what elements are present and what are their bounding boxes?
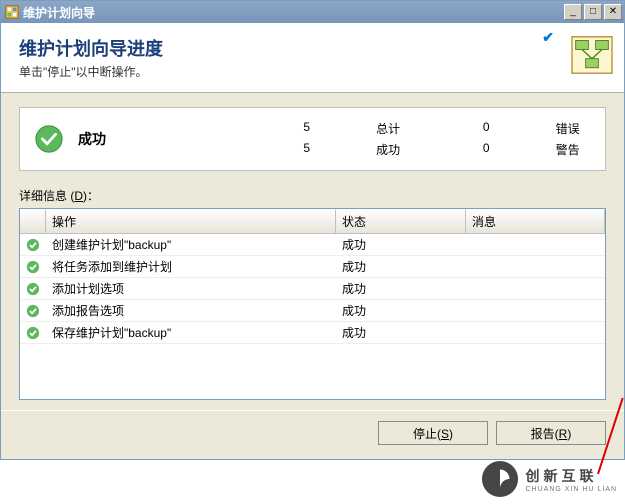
app-icon — [5, 5, 19, 19]
success-label: 成功 — [376, 141, 411, 158]
row-status: 成功 — [336, 234, 466, 255]
row-status: 成功 — [336, 256, 466, 277]
maximize-button[interactable]: □ — [584, 4, 602, 20]
wizard-header: 维护计划向导进度 单击"停止"以中断操作。 ✔ — [1, 23, 624, 93]
row-message — [466, 331, 605, 335]
warning-count: 0 — [471, 141, 495, 158]
grid-header: 操作 状态 消息 — [20, 209, 605, 234]
watermark-en: CHUANG XIN HU LIAN — [525, 486, 617, 493]
wizard-icon — [570, 35, 614, 75]
table-row[interactable]: 将任务添加到维护计划成功 — [20, 256, 605, 278]
details-label: 详细信息 (D)： — [19, 187, 606, 204]
row-action: 添加计划选项 — [46, 278, 336, 299]
column-header-icon[interactable] — [20, 209, 46, 233]
error-count: 0 — [471, 120, 495, 137]
row-success-icon — [20, 238, 46, 252]
total-count: 5 — [292, 120, 316, 137]
success-count: 5 — [292, 141, 316, 158]
column-header-status[interactable]: 状态 — [336, 209, 466, 233]
titlebar[interactable]: 维护计划向导 _ □ ✕ — [1, 1, 624, 23]
row-message — [466, 309, 605, 313]
minimize-button[interactable]: _ — [564, 4, 582, 20]
footer: 停止(S) 报告(R) — [1, 410, 624, 459]
table-row[interactable]: 创建维护计划"backup"成功 — [20, 234, 605, 256]
table-row[interactable]: 添加计划选项成功 — [20, 278, 605, 300]
page-subtitle: 单击"停止"以中断操作。 — [19, 63, 163, 80]
watermark-cn: 创新互联 — [525, 466, 617, 486]
details-grid: 操作 状态 消息 创建维护计划"backup"成功将任务添加到维护计划成功添加计… — [19, 208, 606, 400]
column-header-action[interactable]: 操作 — [46, 209, 336, 233]
report-button[interactable]: 报告(R) — [496, 421, 606, 445]
row-action: 将任务添加到维护计划 — [46, 256, 336, 277]
row-message — [466, 287, 605, 291]
total-label: 总计 — [376, 120, 411, 137]
stop-button[interactable]: 停止(S) — [378, 421, 488, 445]
window-title: 维护计划向导 — [23, 4, 564, 21]
row-action: 保存维护计划"backup" — [46, 322, 336, 343]
column-header-message[interactable]: 消息 — [466, 209, 605, 233]
summary-panel: 成功 5 总计 0 错误 5 成功 0 警告 — [19, 107, 606, 171]
row-message — [466, 243, 605, 247]
row-success-icon — [20, 326, 46, 340]
table-row[interactable]: 添加报告选项成功 — [20, 300, 605, 322]
row-action: 添加报告选项 — [46, 300, 336, 321]
row-success-icon — [20, 260, 46, 274]
table-row[interactable]: 保存维护计划"backup"成功 — [20, 322, 605, 344]
watermark-logo-icon — [481, 460, 519, 498]
row-status: 成功 — [336, 322, 466, 343]
row-status: 成功 — [336, 278, 466, 299]
summary-status: 成功 — [78, 129, 278, 149]
row-success-icon — [20, 282, 46, 296]
page-title: 维护计划向导进度 — [19, 35, 163, 61]
wizard-window: 维护计划向导 _ □ ✕ 维护计划向导进度 单击"停止"以中断操作。 ✔ 成功 … — [0, 0, 625, 460]
close-button[interactable]: ✕ — [604, 4, 622, 20]
grid-body[interactable]: 创建维护计划"backup"成功将任务添加到维护计划成功添加计划选项成功添加报告… — [20, 234, 605, 399]
watermark: 创新互联 CHUANG XIN HU LIAN — [481, 460, 617, 498]
row-status: 成功 — [336, 300, 466, 321]
warning-label: 警告 — [556, 141, 591, 158]
row-action: 创建维护计划"backup" — [46, 234, 336, 255]
row-success-icon — [20, 304, 46, 318]
header-checkmark-icon: ✔ — [542, 29, 554, 46]
success-icon — [34, 124, 64, 154]
error-label: 错误 — [556, 120, 591, 137]
row-message — [466, 265, 605, 269]
